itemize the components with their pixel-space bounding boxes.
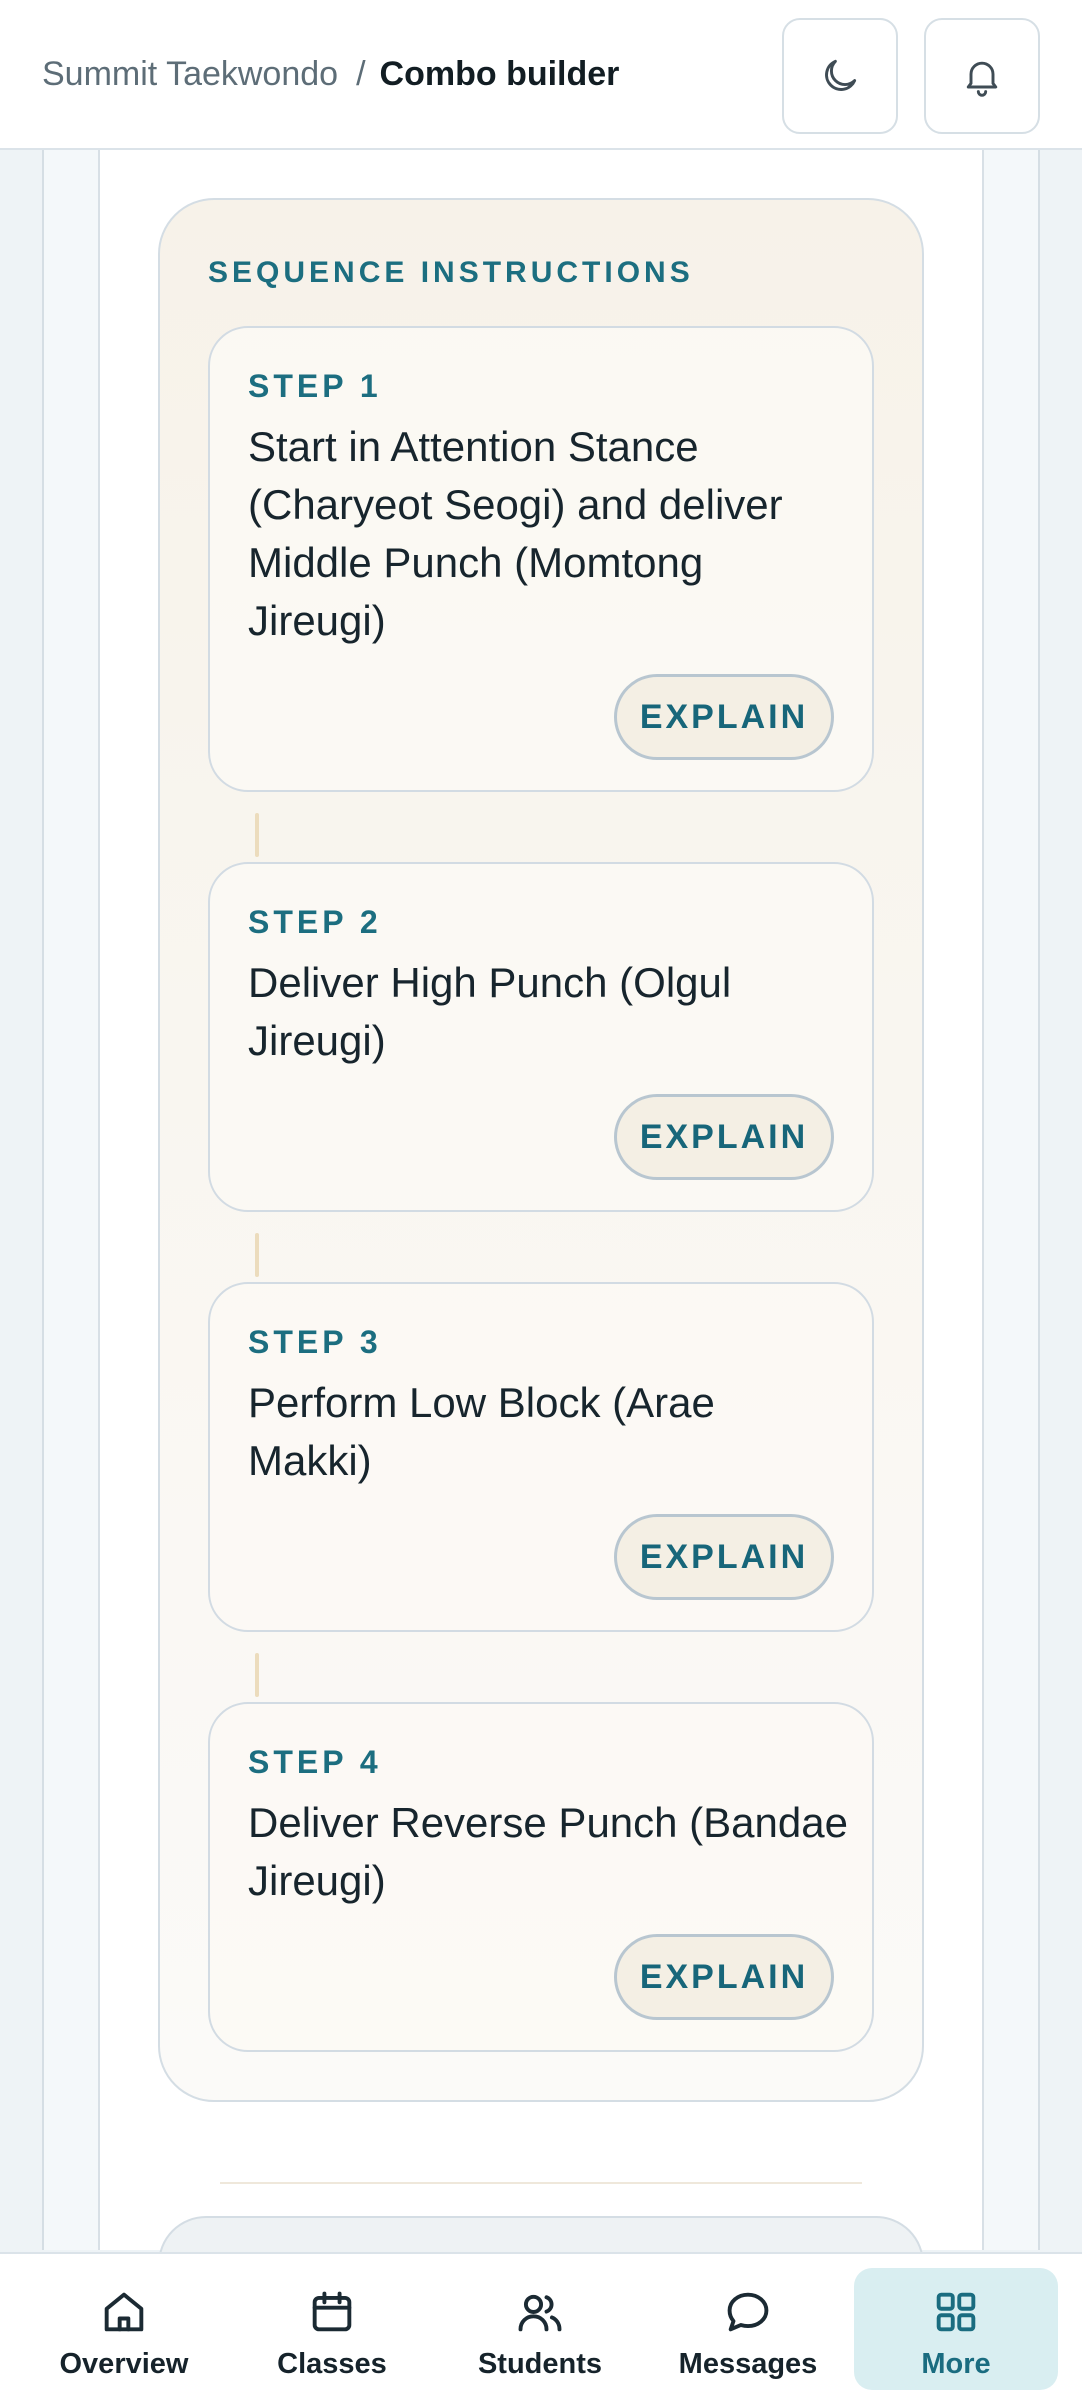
- nav-item-more[interactable]: More: [854, 2268, 1058, 2390]
- step-label: STEP 3: [248, 1324, 382, 1360]
- step-text: Deliver Reverse Punch (Bandae Jireugi): [248, 1799, 848, 1904]
- step-text: Perform Low Block (Arae Makki): [248, 1379, 715, 1484]
- explain-button-step-1[interactable]: EXPLAIN: [614, 674, 834, 760]
- chat-icon: [727, 2292, 769, 2332]
- step-text: Deliver High Punch (Olgul Jireugi): [248, 959, 732, 1064]
- nav-item-overview[interactable]: Overview: [22, 2268, 226, 2390]
- nav-label: Overview: [59, 2348, 189, 2380]
- calendar-icon: [312, 2291, 352, 2332]
- home-icon: [104, 2292, 144, 2332]
- nav-item-classes[interactable]: Classes: [230, 2268, 434, 2390]
- nav-label: Classes: [277, 2348, 387, 2380]
- users-icon: [518, 2294, 562, 2332]
- sequence-title: SEQUENCE INSTRUCTIONS: [208, 256, 694, 289]
- nav-item-messages[interactable]: Messages: [646, 2268, 850, 2390]
- bottom-navigation: Overview Classes Students Messages More: [0, 2252, 1082, 2402]
- explain-button-step-2[interactable]: EXPLAIN: [614, 1094, 834, 1180]
- nav-item-students[interactable]: Students: [438, 2268, 642, 2390]
- step-card-3: STEP 3 Perform Low Block (Arae Makki) EX…: [208, 1282, 874, 1632]
- moon-icon: [825, 59, 857, 91]
- step-card-1: STEP 1 Start in Attention Stance (Charye…: [208, 326, 874, 792]
- breadcrumb: Summit Taekwondo / Combo builder: [42, 52, 619, 96]
- step-text: Start in Attention Stance (Charyeot Seog…: [248, 423, 783, 644]
- theme-toggle-button[interactable]: [782, 18, 898, 134]
- section-divider: [220, 2182, 862, 2184]
- step-card-2: STEP 2 Deliver High Punch (Olgul Jireugi…: [208, 862, 874, 1212]
- step-label: STEP 4: [248, 1744, 382, 1780]
- step-connector: [255, 1653, 259, 1697]
- grid-icon: [936, 2292, 976, 2332]
- explain-button-step-4[interactable]: EXPLAIN: [614, 1934, 834, 2020]
- breadcrumb-parent-link[interactable]: Summit Taekwondo: [42, 52, 338, 96]
- explain-button-step-3[interactable]: EXPLAIN: [614, 1514, 834, 1600]
- bell-icon: [966, 61, 998, 97]
- nav-label: Students: [477, 2348, 603, 2380]
- notifications-button[interactable]: [924, 18, 1040, 134]
- page-title: Combo builder: [379, 55, 620, 93]
- step-label: STEP 1: [248, 368, 382, 404]
- step-card-4: STEP 4 Deliver Reverse Punch (Bandae Jir…: [208, 1702, 874, 2052]
- breadcrumb-separator: /: [356, 55, 366, 93]
- step-connector: [255, 813, 259, 857]
- nav-label: Messages: [678, 2348, 818, 2380]
- step-connector: [255, 1233, 259, 1277]
- step-label: STEP 2: [248, 904, 382, 940]
- nav-label: More: [921, 2348, 991, 2380]
- top-header: Summit Taekwondo / Combo builder: [0, 0, 1082, 150]
